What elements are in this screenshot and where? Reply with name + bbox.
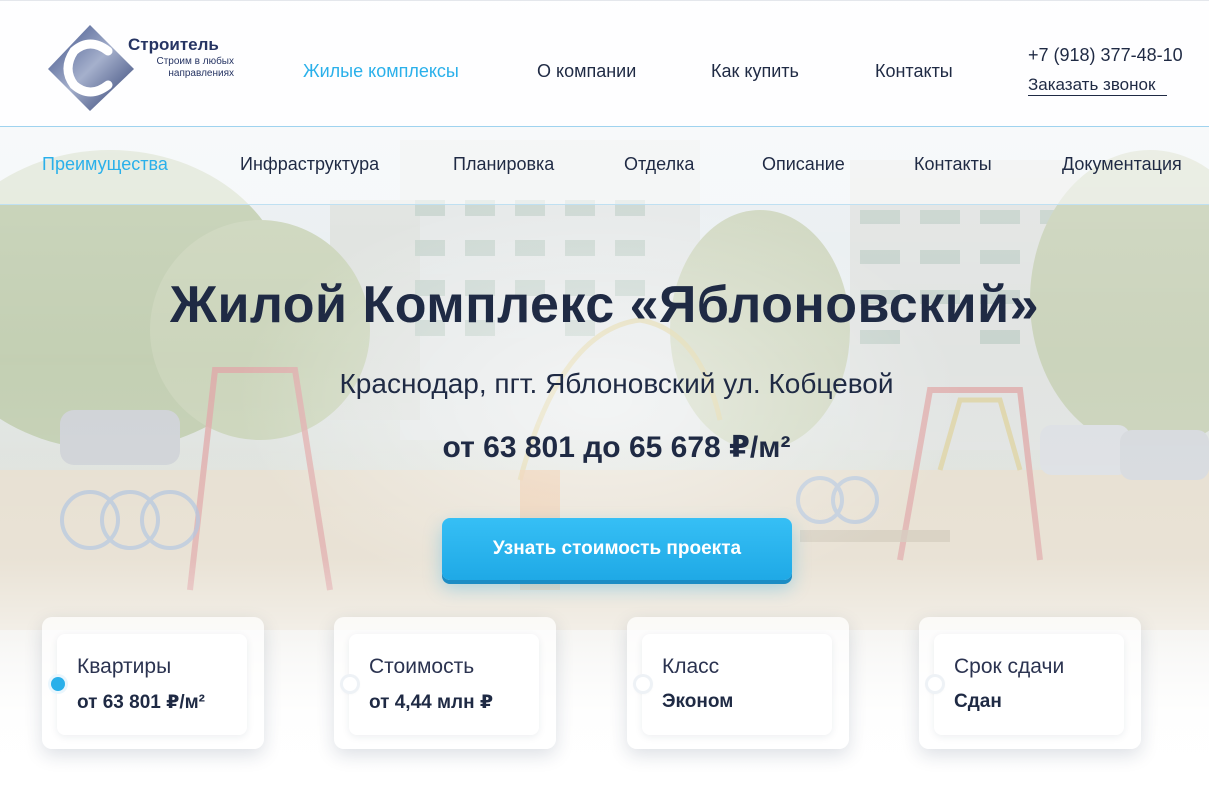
section-nav-description[interactable]: Описание (762, 154, 845, 175)
info-card-label: Стоимость (369, 655, 475, 678)
brand-title: Строитель (128, 35, 219, 54)
hero-title-name: Яблоновский (659, 276, 1010, 334)
info-card-class[interactable]: Класс Эконом (627, 617, 849, 749)
info-card-value: от 63 801 ₽/м² (77, 692, 205, 713)
info-card-value: Эконом (662, 691, 734, 712)
info-card-value: Сдан (954, 691, 1002, 712)
info-card-body (934, 634, 1124, 735)
brand-tagline: Строим в любых направлениях (156, 56, 234, 79)
info-card-body (349, 634, 539, 735)
main-nav-how-to-buy[interactable]: Как купить (711, 61, 799, 82)
section-nav-contacts[interactable]: Контакты (914, 154, 992, 175)
hero-address: Краснодар, пгт. Яблоновский ул. Кобцевой (339, 368, 894, 399)
section-nav-infrastructure[interactable]: Инфраструктура (240, 154, 379, 175)
info-card-body (57, 634, 247, 735)
info-card-label: Срок сдачи (954, 655, 1065, 678)
get-project-price-button[interactable]: Узнать стоимость проекта (442, 518, 792, 580)
logo-mark-icon (48, 25, 134, 111)
request-callback-link[interactable]: Заказать звонок (1028, 75, 1168, 96)
hero-title-prefix: Жилой Комплекс « (169, 276, 660, 334)
section-nav: Преимущества Инфраструктура Планировка О… (0, 127, 1209, 205)
card-indicator-dot (343, 677, 357, 691)
section-nav-advantages[interactable]: Преимущества (42, 154, 168, 175)
main-nav-contacts[interactable]: Контакты (875, 61, 953, 82)
info-card-apartments[interactable]: Квартиры от 63 801 ₽/м² (42, 617, 264, 749)
main-nav-about[interactable]: О компании (537, 61, 636, 82)
info-card-completion[interactable]: Срок сдачи Сдан (919, 617, 1141, 749)
info-card-label: Класс (662, 655, 720, 678)
info-card-value: от 4,44 млн ₽ (369, 692, 494, 713)
hero-title: Жилой Комплекс «Яблоновский» (0, 275, 1209, 335)
section-nav-documentation[interactable]: Документация (1062, 154, 1182, 175)
info-card-cost[interactable]: Стоимость от 4,44 млн ₽ (334, 617, 556, 749)
main-nav-residential-complexes[interactable]: Жилые комплексы (303, 61, 459, 82)
info-card-label: Квартиры (77, 655, 172, 678)
card-indicator-dot (51, 677, 65, 691)
phone-number[interactable]: +7 (918) 377-48-10 (1028, 45, 1183, 66)
section-nav-layout[interactable]: Планировка (453, 154, 554, 175)
top-header: Строитель Строим в любых направлениях Жи… (0, 0, 1209, 127)
hero-price: от 63 801 до 65 678 ₽/м² (442, 431, 791, 464)
hero-title-suffix: » (1009, 276, 1040, 334)
section-nav-finishing[interactable]: Отделка (624, 154, 694, 175)
logo[interactable]: Строитель Строим в любых направлениях (44, 23, 244, 113)
info-card-body (642, 634, 832, 735)
card-indicator-dot (928, 677, 942, 691)
card-indicator-dot (636, 677, 650, 691)
